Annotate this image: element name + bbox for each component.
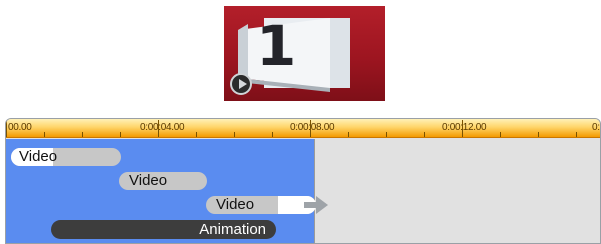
ruler-tick [386,132,387,137]
ruler-tick [158,120,159,137]
ruler-tick [6,120,7,137]
ruler-tick [538,132,539,137]
clip-label: Video [129,172,168,189]
time-ruler[interactable]: 00.00 0:00:04.00 0:00:08.00 0:00:12.00 0… [6,119,600,138]
ruler-tick [120,132,121,137]
ruler-tick [424,132,425,137]
ruler-label: 0: [592,122,600,133]
animation-clip[interactable]: Animation [51,220,276,239]
slide-number: 1 [256,13,297,79]
ruler-tick [44,132,45,137]
ruler-tick [500,132,501,137]
clip-label: Video [19,148,58,165]
ruler-label: 0:00:04.00 [140,122,185,133]
ruler-label: 0:00:08.00 [290,122,335,133]
ruler-tick [348,132,349,137]
ruler-label: 0:00:12.00 [442,122,487,133]
ruler-label: 00.00 [8,122,32,133]
clip-label: Animation [199,221,266,238]
play-circle-icon[interactable] [230,73,252,95]
ruler-tick [234,132,235,137]
range-end-marker[interactable] [314,139,315,243]
ruler-tick [272,132,273,137]
video-clip[interactable]: Video [119,172,207,190]
video-clip[interactable]: Video [11,148,121,166]
ruler-tick [462,120,463,137]
ruler-tick [576,132,577,137]
video-clip[interactable]: Video [206,196,316,214]
ruler-tick [310,120,311,137]
timeline-panel: 00.00 0:00:04.00 0:00:08.00 0:00:12.00 0… [5,118,601,244]
clip-label: Video [216,196,255,213]
arrow-right-icon[interactable] [304,194,330,216]
ruler-tick [82,132,83,137]
ruler-tick [196,132,197,137]
